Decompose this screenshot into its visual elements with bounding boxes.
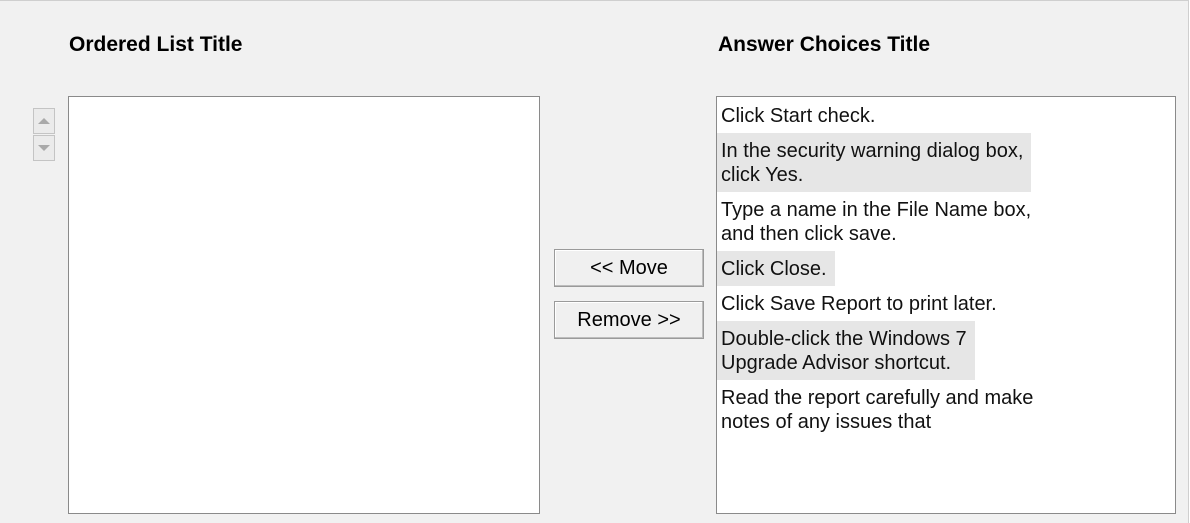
answer-choice[interactable]: Click Save Report to print later. <box>717 286 1005 321</box>
answer-choice[interactable]: Double-click the Windows 7 Upgrade Adviso… <box>717 321 975 380</box>
remove-button[interactable]: Remove >> <box>554 301 704 339</box>
arrow-down-icon <box>38 145 50 151</box>
move-up-button[interactable] <box>33 108 55 134</box>
ordered-list-title: Ordered List Title <box>69 33 243 56</box>
answer-choice[interactable]: Type a name in the File Name box, and the… <box>717 192 1039 251</box>
ordered-list-box[interactable] <box>68 96 540 514</box>
move-button[interactable]: << Move <box>554 249 704 287</box>
ordering-question-panel: Ordered List Title Answer Choices Title … <box>0 0 1189 523</box>
answer-choice[interactable]: Click Start check. <box>717 97 883 133</box>
answer-choice[interactable]: In the security warning dialog box, click… <box>717 133 1032 192</box>
answer-choice[interactable]: Read the report carefully and make notes … <box>717 380 1041 439</box>
answer-choices-box[interactable]: Click Start check. In the security warni… <box>716 96 1176 514</box>
answer-choices-list: Click Start check. In the security warni… <box>717 97 1175 439</box>
answer-choices-title: Answer Choices Title <box>718 33 931 56</box>
arrow-up-icon <box>38 118 50 124</box>
move-down-button[interactable] <box>33 135 55 161</box>
answer-choice[interactable]: Click Close. <box>717 251 835 286</box>
